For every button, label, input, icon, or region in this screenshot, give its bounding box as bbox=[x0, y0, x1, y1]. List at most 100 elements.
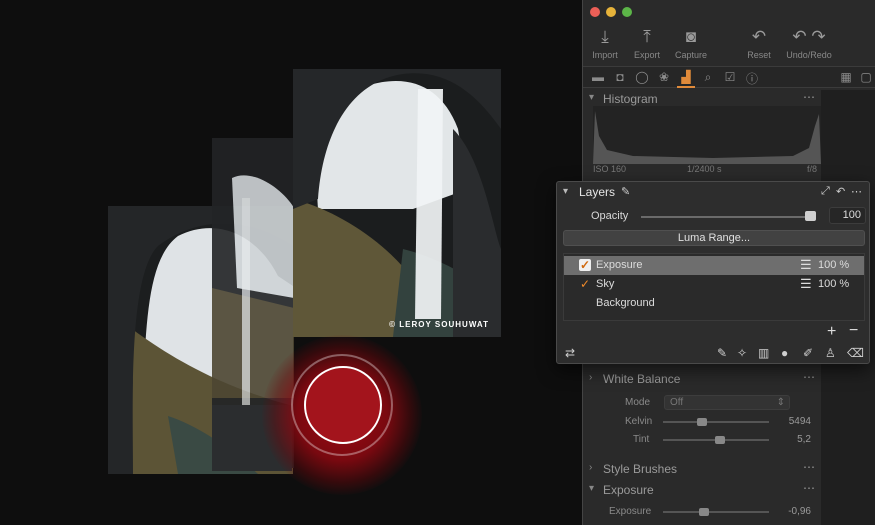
zoom-window-button[interactable] bbox=[622, 7, 632, 17]
camera-icon: ◙ bbox=[685, 27, 697, 46]
eraser-icon[interactable]: ⌫ bbox=[847, 346, 864, 360]
exposure-title: Exposure bbox=[603, 483, 654, 497]
undo-redo-label: Undo/Redo bbox=[786, 50, 832, 60]
kelvin-slider-knob[interactable] bbox=[697, 418, 707, 426]
chevron-down-icon: ▾ bbox=[589, 483, 595, 494]
layer-row-background[interactable]: Background bbox=[564, 294, 864, 313]
photo-credit: © LEROY SOUHUWAT bbox=[389, 320, 489, 329]
chevron-right-icon: › bbox=[589, 462, 593, 473]
luma-range-button[interactable]: Luma Range... bbox=[563, 230, 865, 246]
kelvin-value[interactable]: 5494 bbox=[777, 416, 811, 427]
adjustments-icon[interactable]: ☰ bbox=[800, 257, 812, 273]
layer-options-icon[interactable]: ⇄ bbox=[565, 346, 575, 360]
adjustments-icon[interactable]: ☰ bbox=[800, 276, 812, 292]
export-button[interactable]: ⤒ Export bbox=[627, 24, 667, 60]
white-balance-title: White Balance bbox=[603, 372, 681, 386]
reset-icon[interactable]: ↶ bbox=[836, 185, 845, 198]
stepper-icon: ⇕ bbox=[776, 397, 785, 408]
layer-opacity: 100 % bbox=[818, 278, 850, 290]
magic-brush-icon[interactable]: ✧ bbox=[737, 346, 747, 360]
chevron-down-icon[interactable]: ▾ bbox=[563, 186, 568, 197]
exposure-slider-knob[interactable] bbox=[699, 508, 709, 516]
histogram-iso: ISO 160 bbox=[593, 164, 627, 174]
layer-name: Sky bbox=[596, 278, 615, 290]
mode-select-value: Off bbox=[670, 397, 684, 408]
exposure-tab-icon[interactable]: ▟ bbox=[677, 70, 695, 88]
erase-mask-icon[interactable]: ✐ bbox=[803, 346, 813, 360]
capture-label: Capture bbox=[674, 50, 708, 60]
details-tab-icon[interactable]: ⌕ bbox=[699, 70, 717, 85]
lens-tab-icon[interactable]: ◯ bbox=[633, 70, 651, 84]
layer-checkbox[interactable]: ✓ bbox=[579, 259, 591, 271]
layer-row-exposure[interactable]: ✓ Exposure ☰ 100 % bbox=[564, 256, 864, 275]
undo-redo-icon: ↶ ↷ bbox=[792, 27, 826, 46]
library-tab-icon[interactable]: ▬ bbox=[589, 70, 607, 84]
undo-redo-button[interactable]: ↶ ↷ Undo/Redo bbox=[783, 24, 835, 60]
kelvin-slider[interactable] bbox=[663, 421, 769, 423]
layers-list: ✓ Exposure ☰ 100 % ✓ Sky ☰ 100 % Backgro… bbox=[563, 253, 865, 321]
white-balance-header[interactable]: › White Balance ⋯ bbox=[583, 369, 821, 389]
draw-mask-icon[interactable]: ✎ bbox=[717, 346, 727, 360]
minimize-window-button[interactable] bbox=[606, 7, 616, 17]
layer-name: Background bbox=[596, 297, 655, 309]
layer-row-sky[interactable]: ✓ Sky ☰ 100 % bbox=[564, 275, 864, 294]
expand-icon[interactable]: ⤢ bbox=[821, 185, 830, 198]
record-button[interactable] bbox=[304, 366, 382, 444]
brush-icon[interactable]: ✎ bbox=[621, 185, 630, 198]
exposure-header[interactable]: ▾ Exposure ⋯ bbox=[583, 480, 821, 500]
more-icon[interactable]: ⋯ bbox=[803, 90, 815, 104]
tint-value[interactable]: 5,2 bbox=[777, 434, 811, 445]
histogram-graph bbox=[593, 106, 821, 164]
histogram-shutter: 1/2400 s bbox=[687, 164, 722, 174]
remove-layer-button[interactable]: − bbox=[849, 322, 858, 340]
tint-label: Tint bbox=[633, 434, 650, 445]
close-window-button[interactable] bbox=[590, 7, 600, 17]
more-icon[interactable]: ⋯ bbox=[803, 460, 815, 474]
mode-label: Mode bbox=[625, 397, 651, 408]
tint-slider-knob[interactable] bbox=[715, 436, 725, 444]
linear-gradient-icon[interactable]: ▥ bbox=[758, 346, 769, 360]
more-icon[interactable]: ⋯ bbox=[803, 481, 815, 495]
reset-label: Reset bbox=[747, 50, 771, 60]
layer-name: Exposure bbox=[596, 259, 643, 271]
opacity-slider[interactable] bbox=[641, 216, 811, 218]
capture-button[interactable]: ◙ Capture bbox=[671, 24, 711, 60]
metadata-tab-icon[interactable]: ⓘ bbox=[743, 70, 761, 87]
adjustments-tab-icon[interactable]: ☑ bbox=[721, 70, 739, 84]
opacity-value-field[interactable]: 100 bbox=[829, 207, 866, 224]
layers-title: Layers bbox=[579, 185, 616, 199]
white-balance-mode-select[interactable]: Off ⇕ bbox=[664, 395, 790, 410]
layer-checkbox[interactable]: ✓ bbox=[579, 278, 591, 290]
viewer-icon[interactable]: ▢ bbox=[857, 70, 875, 84]
export-label: Export bbox=[633, 50, 660, 60]
layers-panel: ▾ Layers ✎ ⤢ ↶ ⋯ Opacity 100 Luma Range.… bbox=[556, 181, 870, 364]
style-brushes-header[interactable]: › Style Brushes ⋯ bbox=[583, 459, 821, 479]
import-icon: ⤓ bbox=[601, 27, 609, 46]
opacity-slider-knob[interactable] bbox=[805, 211, 816, 221]
color-tab-icon[interactable]: ❀ bbox=[655, 70, 673, 84]
exposure-slider[interactable] bbox=[663, 511, 769, 513]
capture-tab-icon[interactable]: ◘ bbox=[611, 70, 629, 84]
chevron-down-icon: ▾ bbox=[589, 92, 595, 103]
kelvin-label: Kelvin bbox=[625, 416, 653, 427]
exposure-value[interactable]: -0,96 bbox=[777, 506, 811, 517]
import-label: Import bbox=[592, 50, 618, 60]
layer-opacity: 100 % bbox=[818, 259, 850, 271]
histogram-title: Histogram bbox=[603, 92, 658, 106]
opacity-label: Opacity bbox=[591, 210, 629, 222]
grid-view-icon[interactable]: ▦ bbox=[837, 70, 855, 84]
style-brushes-title: Style Brushes bbox=[603, 462, 678, 476]
photo-card-front: © LEROY SOUHUWAT bbox=[293, 69, 501, 337]
import-button[interactable]: ⤓ Import bbox=[585, 24, 625, 60]
histogram-aperture: f/8 bbox=[807, 164, 818, 174]
reset-icon: ↶ bbox=[751, 27, 767, 46]
add-layer-button[interactable]: + bbox=[827, 323, 836, 341]
stage: © LEROY SOUHUWAT ⤓ Import ⤒ Export ◙ Cap… bbox=[0, 0, 875, 525]
tool-tab-bar: ▬ ◘ ◯ ❀ ▟ ⌕ ☑ ⓘ ▦ ▢ bbox=[583, 66, 875, 88]
stamp-icon[interactable]: ♙ bbox=[825, 346, 836, 360]
reset-button[interactable]: ↶ Reset bbox=[739, 24, 779, 60]
export-icon: ⤒ bbox=[643, 27, 651, 46]
radial-gradient-icon[interactable]: ● bbox=[781, 346, 788, 360]
more-icon[interactable]: ⋯ bbox=[803, 370, 815, 384]
more-icon[interactable]: ⋯ bbox=[851, 185, 862, 198]
